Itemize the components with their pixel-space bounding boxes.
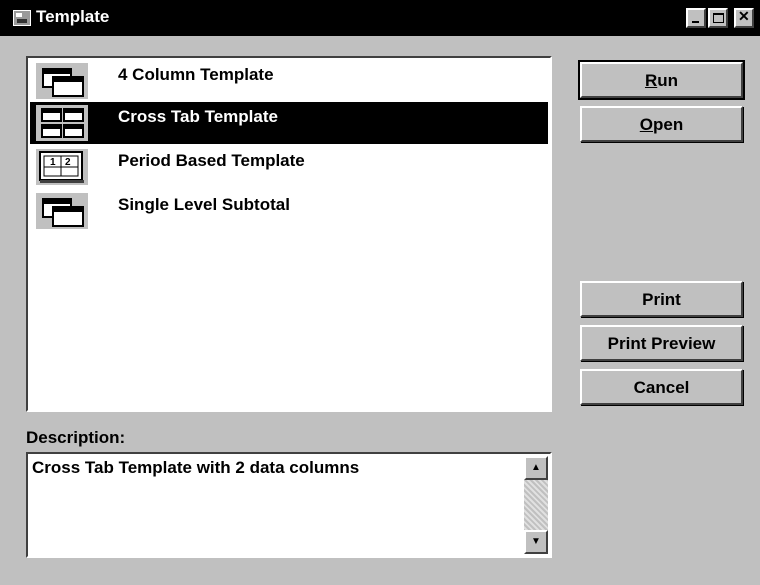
list-item-label: Period Based Template xyxy=(118,151,305,170)
minimize-button[interactable] xyxy=(686,8,706,28)
svg-text:2: 2 xyxy=(65,157,71,168)
list-item-label: Single Level Subtotal xyxy=(118,195,290,214)
run-mnemonic: R xyxy=(644,71,658,90)
list-item-period-based-template[interactable]: 1 2 Period Based Template xyxy=(30,146,548,188)
scroll-up-icon[interactable]: ▲ xyxy=(524,456,548,480)
maximize-button[interactable] xyxy=(708,8,728,28)
run-button[interactable]: Run xyxy=(578,60,745,100)
close-button[interactable] xyxy=(734,8,754,28)
open-mnemonic: O xyxy=(639,115,653,134)
run-label: un xyxy=(657,71,679,90)
list-item-cross-tab-template[interactable]: Cross Tab Template xyxy=(30,102,548,144)
print-button[interactable]: Print xyxy=(580,281,743,317)
print-label: Print xyxy=(642,290,681,309)
open-label: pen xyxy=(653,115,684,134)
title-bar[interactable]: Template xyxy=(0,0,760,36)
list-item-single-level-subtotal[interactable]: Single Level Subtotal xyxy=(30,190,548,232)
description-scrollbar[interactable]: ▲ ▼ xyxy=(524,456,548,554)
print-preview-button[interactable]: Print Preview xyxy=(580,325,743,361)
stacked-windows-icon xyxy=(36,193,88,229)
template-list[interactable]: 4 Column Template Cross Tab Template 1 2 xyxy=(26,56,552,412)
svg-text:1: 1 xyxy=(50,157,56,168)
description-field[interactable]: Cross Tab Template with 2 data columns ▲… xyxy=(26,452,552,558)
description-label: Description: xyxy=(26,428,126,447)
list-item-label: Cross Tab Template xyxy=(118,107,278,126)
open-button[interactable]: Open xyxy=(580,106,743,142)
print-preview-label: Print Preview xyxy=(607,334,716,353)
scroll-down-icon[interactable]: ▼ xyxy=(524,530,548,554)
cancel-button[interactable]: Cancel xyxy=(580,369,743,405)
period-12-icon: 1 2 xyxy=(36,149,88,185)
grid-four-icon xyxy=(36,105,88,141)
app-icon xyxy=(13,10,31,26)
window-title: Template xyxy=(36,7,110,26)
cancel-label: Cancel xyxy=(633,378,690,397)
list-item-4-column-template[interactable]: 4 Column Template xyxy=(30,60,548,102)
description-text: Cross Tab Template with 2 data columns xyxy=(32,458,360,477)
list-item-label: 4 Column Template xyxy=(118,65,274,84)
stacked-windows-icon xyxy=(36,63,88,99)
